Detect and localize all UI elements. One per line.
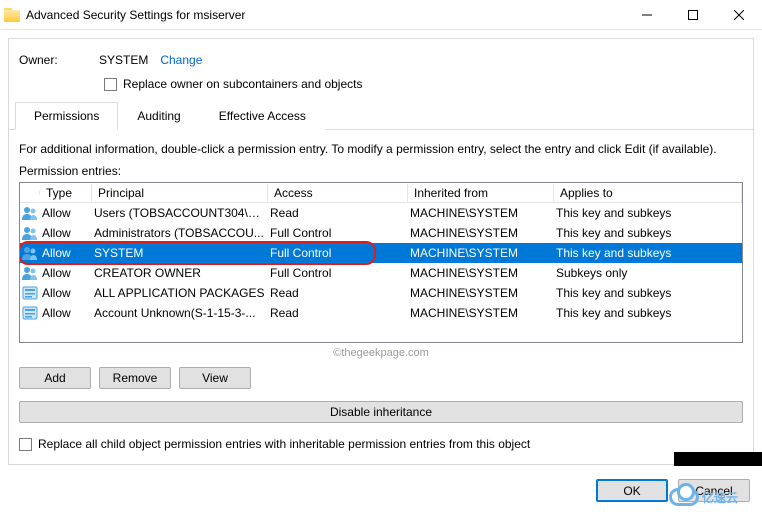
cell-type: Allow bbox=[40, 266, 92, 280]
cell-inherited: MACHINE\SYSTEM bbox=[408, 206, 554, 220]
cell-principal: ALL APPLICATION PACKAGES bbox=[92, 286, 268, 300]
cell-principal: CREATOR OWNER bbox=[92, 266, 268, 280]
replace-all-label: Replace all child object permission entr… bbox=[38, 437, 530, 451]
black-overlay bbox=[674, 452, 762, 466]
table-row[interactable]: AllowCREATOR OWNERFull ControlMACHINE\SY… bbox=[20, 263, 742, 283]
cell-access: Full Control bbox=[268, 246, 408, 260]
yisu-logo: 亿速云 bbox=[669, 488, 738, 506]
window-title: Advanced Security Settings for msiserver bbox=[26, 8, 624, 22]
add-button[interactable]: Add bbox=[19, 367, 91, 389]
ok-button[interactable]: OK bbox=[596, 479, 668, 502]
cell-access: Read bbox=[268, 286, 408, 300]
tab-auditing[interactable]: Auditing bbox=[118, 102, 199, 130]
cloud-icon bbox=[669, 488, 699, 506]
col-inherited[interactable]: Inherited from bbox=[408, 184, 554, 202]
col-principal[interactable]: Principal bbox=[92, 184, 268, 202]
cell-inherited: MACHINE\SYSTEM bbox=[408, 306, 554, 320]
cell-applies: This key and subkeys bbox=[554, 226, 742, 240]
dialog-body: Owner: SYSTEM Change Replace owner on su… bbox=[8, 38, 754, 465]
replace-all-row: Replace all child object permission entr… bbox=[9, 429, 753, 459]
entries-label: Permission entries: bbox=[9, 164, 753, 182]
titlebar: Advanced Security Settings for msiserver bbox=[0, 0, 762, 30]
disable-inheritance-button[interactable]: Disable inheritance bbox=[19, 401, 743, 423]
minimize-button[interactable] bbox=[624, 0, 670, 30]
cell-type: Allow bbox=[40, 246, 92, 260]
users-icon bbox=[20, 266, 40, 280]
cell-access: Full Control bbox=[268, 266, 408, 280]
view-button[interactable]: View bbox=[179, 367, 251, 389]
tab-effective-access[interactable]: Effective Access bbox=[200, 102, 325, 130]
owner-label: Owner: bbox=[19, 53, 99, 67]
owner-row: Owner: SYSTEM Change bbox=[9, 39, 753, 73]
cell-type: Allow bbox=[40, 226, 92, 240]
replace-owner-checkbox[interactable] bbox=[104, 78, 117, 91]
table-row[interactable]: AllowSYSTEMFull ControlMACHINE\SYSTEMThi… bbox=[20, 243, 742, 263]
users-icon bbox=[20, 226, 40, 240]
table-row[interactable]: AllowALL APPLICATION PACKAGESReadMACHINE… bbox=[20, 283, 742, 303]
package-icon bbox=[20, 286, 40, 300]
cell-inherited: MACHINE\SYSTEM bbox=[408, 246, 554, 260]
close-button[interactable] bbox=[716, 0, 762, 30]
replace-owner-label: Replace owner on subcontainers and objec… bbox=[123, 77, 362, 91]
action-buttons: Add Remove View bbox=[9, 359, 753, 395]
owner-value: SYSTEM bbox=[99, 53, 148, 67]
cell-applies: This key and subkeys bbox=[554, 206, 742, 220]
replace-all-checkbox[interactable] bbox=[19, 438, 32, 451]
yisu-text: 亿速云 bbox=[702, 489, 738, 506]
table-row[interactable]: AllowAdministrators (TOBSACCOU...Full Co… bbox=[20, 223, 742, 243]
cell-principal: SYSTEM bbox=[92, 246, 268, 260]
col-access[interactable]: Access bbox=[268, 184, 408, 202]
cell-applies: This key and subkeys bbox=[554, 306, 742, 320]
cell-type: Allow bbox=[40, 206, 92, 220]
cell-inherited: MACHINE\SYSTEM bbox=[408, 286, 554, 300]
permissions-table: Type Principal Access Inherited from App… bbox=[19, 182, 743, 343]
cell-principal: Administrators (TOBSACCOU... bbox=[92, 226, 268, 240]
cell-applies: Subkeys only bbox=[554, 266, 742, 280]
replace-owner-row: Replace owner on subcontainers and objec… bbox=[94, 73, 753, 101]
folder-icon bbox=[4, 8, 20, 22]
cell-inherited: MACHINE\SYSTEM bbox=[408, 266, 554, 280]
users-icon bbox=[20, 206, 40, 220]
tabstrip: Permissions Auditing Effective Access bbox=[9, 101, 753, 130]
cell-type: Allow bbox=[40, 286, 92, 300]
info-text: For additional information, double-click… bbox=[9, 130, 753, 164]
cell-principal: Users (TOBSACCOUNT304\Us... bbox=[92, 206, 268, 220]
table-row[interactable]: AllowAccount Unknown(S-1-15-3-...ReadMAC… bbox=[20, 303, 742, 323]
cell-applies: This key and subkeys bbox=[554, 286, 742, 300]
users-icon bbox=[20, 246, 40, 260]
table-header: Type Principal Access Inherited from App… bbox=[20, 183, 742, 203]
col-type[interactable]: Type bbox=[40, 184, 92, 202]
cell-access: Full Control bbox=[268, 226, 408, 240]
tab-permissions[interactable]: Permissions bbox=[15, 102, 118, 130]
change-owner-link[interactable]: Change bbox=[160, 53, 202, 67]
watermark: ©thegeekpage.com bbox=[9, 347, 753, 359]
remove-button[interactable]: Remove bbox=[99, 367, 171, 389]
cell-inherited: MACHINE\SYSTEM bbox=[408, 226, 554, 240]
cell-principal: Account Unknown(S-1-15-3-... bbox=[92, 306, 268, 320]
cell-access: Read bbox=[268, 306, 408, 320]
table-row[interactable]: AllowUsers (TOBSACCOUNT304\Us...ReadMACH… bbox=[20, 203, 742, 223]
cell-type: Allow bbox=[40, 306, 92, 320]
cell-access: Read bbox=[268, 206, 408, 220]
cell-applies: This key and subkeys bbox=[554, 246, 742, 260]
package-icon bbox=[20, 306, 40, 320]
col-applies[interactable]: Applies to bbox=[554, 184, 742, 202]
maximize-button[interactable] bbox=[670, 0, 716, 30]
